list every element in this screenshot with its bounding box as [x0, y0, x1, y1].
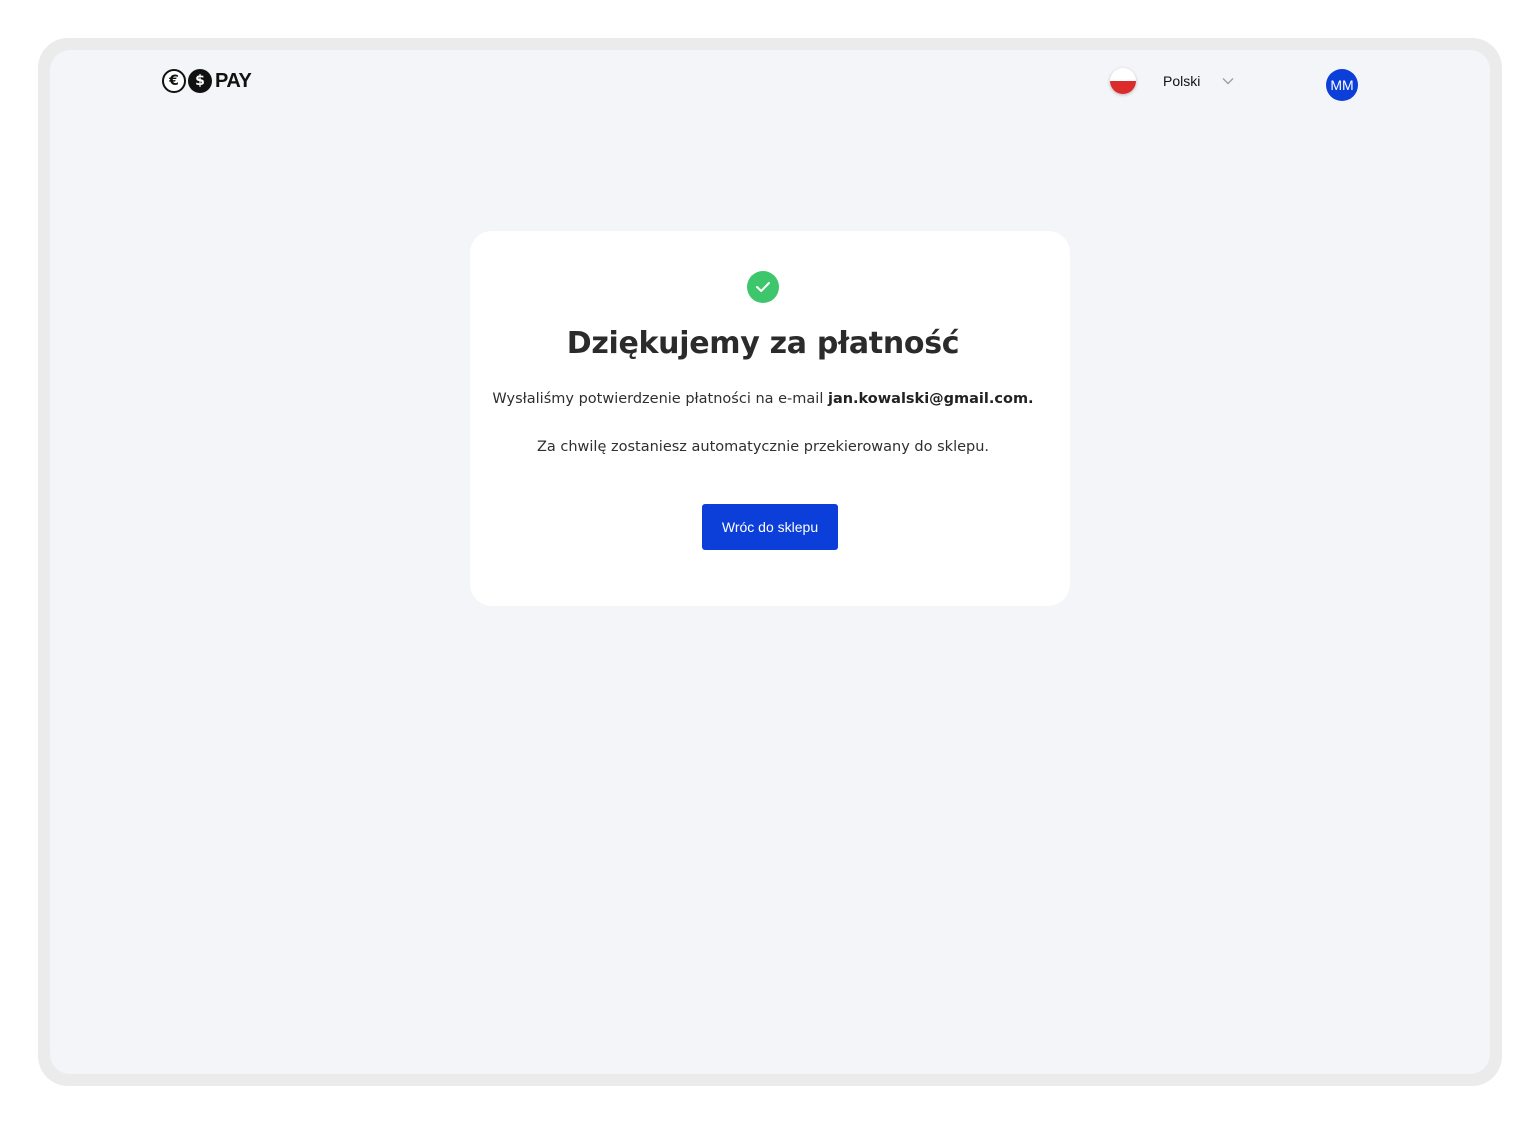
- check-circle-icon: [747, 271, 779, 303]
- dollar-coin-icon: $: [188, 69, 212, 93]
- confirmation-message-text: Wysłaliśmy potwierdzenie płatności na e-…: [492, 391, 824, 407]
- page-title: Dziękujemy za płatność: [566, 326, 960, 361]
- euro-coin-icon: €: [162, 69, 186, 93]
- redirect-message: Za chwilę zostaniesz automatycznie przek…: [536, 439, 990, 455]
- device-frame: € $ PAY Polski MM Dziękujemy za płatność: [38, 38, 1502, 1086]
- language-selector[interactable]: Polski: [1110, 67, 1234, 95]
- chevron-down-icon: [1222, 75, 1234, 87]
- poland-flag-icon: [1110, 68, 1136, 94]
- back-to-shop-button[interactable]: Wróc do sklepu: [702, 504, 838, 550]
- app-screen: € $ PAY Polski MM Dziękujemy za płatność: [50, 50, 1490, 1074]
- logo-text: PAY: [215, 69, 252, 92]
- confirmation-message: Wysłaliśmy potwierdzenie płatności na e-…: [470, 391, 1056, 407]
- user-avatar[interactable]: MM: [1326, 69, 1358, 101]
- language-label: Polski: [1163, 73, 1201, 89]
- email-address: jan.kowalski@gmail.com.: [827, 391, 1034, 407]
- logo[interactable]: € $ PAY: [162, 67, 252, 95]
- payment-success-card: Dziękujemy za płatność Wysłaliśmy potwie…: [470, 231, 1070, 606]
